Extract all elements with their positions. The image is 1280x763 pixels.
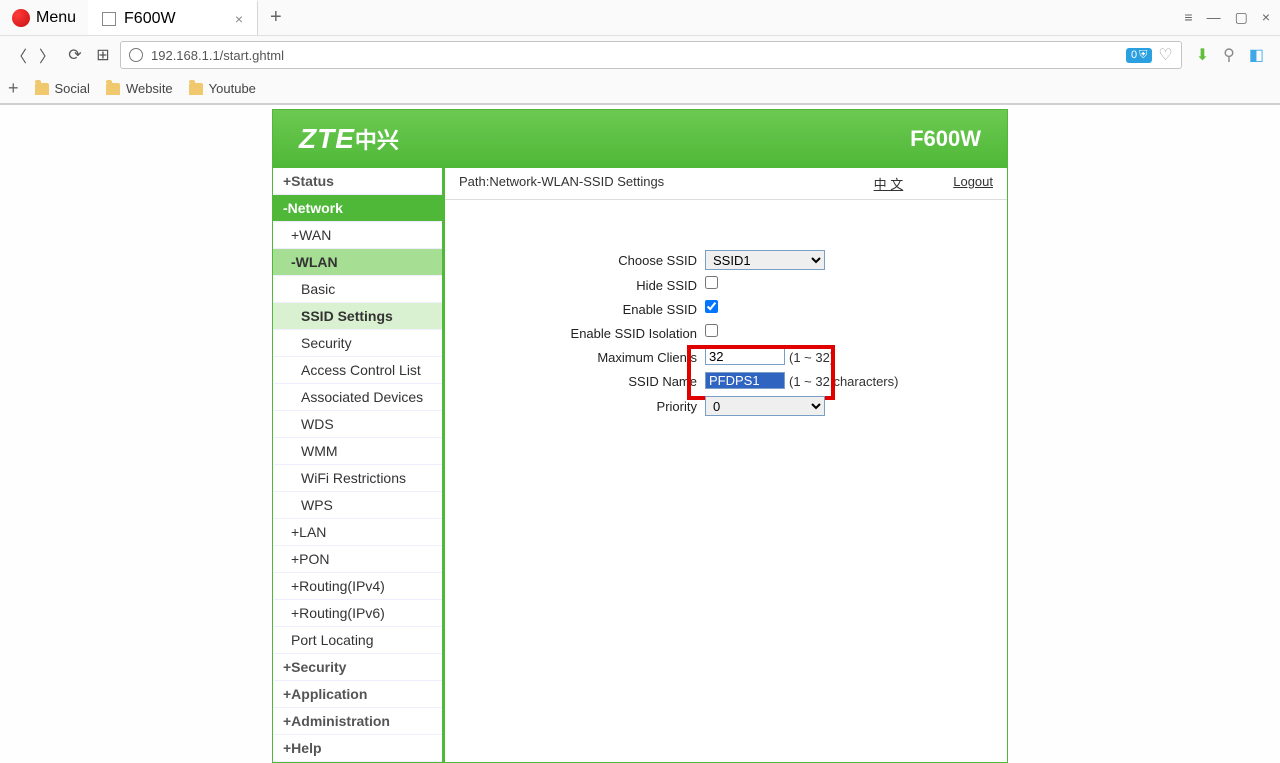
url-text: 192.168.1.1/start.ghtml xyxy=(151,48,1118,63)
bookmark-folder-social[interactable]: Social xyxy=(35,81,90,96)
globe-icon xyxy=(129,48,143,62)
sidebar-item-status[interactable]: +Status xyxy=(273,168,442,195)
hide-ssid-checkbox[interactable] xyxy=(705,276,718,289)
menu-lines-icon[interactable]: ≡ xyxy=(1184,9,1192,26)
reload-button[interactable]: ⟳ xyxy=(64,44,86,66)
folder-icon xyxy=(35,83,49,95)
close-window-icon[interactable]: × xyxy=(1262,9,1270,26)
sidebar-item-ssid-settings[interactable]: SSID Settings xyxy=(273,303,442,330)
logout-link[interactable]: Logout xyxy=(953,174,993,193)
window-controls: ≡ — ▢ × xyxy=(1184,9,1280,26)
sidebar-item-basic[interactable]: Basic xyxy=(273,276,442,303)
breadcrumb-bar: Path:Network-WLAN-SSID Settings 中 文 Logo… xyxy=(445,168,1007,200)
sidebar-item-assoc-devices[interactable]: Associated Devices xyxy=(273,384,442,411)
sidebar-item-wan[interactable]: +WAN xyxy=(273,222,442,249)
sidebar-item-pon[interactable]: +PON xyxy=(273,546,442,573)
bookmark-icon[interactable]: ⚲ xyxy=(1223,45,1235,65)
browser-chrome: Menu F600W × + ≡ — ▢ × 〈 〉 ⟳ ⊞ 192.168.1… xyxy=(0,0,1280,105)
ad-block-badge[interactable]: 0 ⛨ xyxy=(1126,48,1152,63)
language-link[interactable]: 中 文 xyxy=(874,174,904,193)
sidebar-item-routing-ipv4[interactable]: +Routing(IPv4) xyxy=(273,573,442,600)
url-bar[interactable]: 192.168.1.1/start.ghtml 0 ⛨ ♡ xyxy=(120,41,1182,69)
page-icon xyxy=(102,12,116,26)
sidebar-item-acl[interactable]: Access Control List xyxy=(273,357,442,384)
ssid-name-input[interactable] xyxy=(705,372,785,389)
sidebar-item-security-top[interactable]: +Security xyxy=(273,654,442,681)
form-area: Choose SSID SSID1 Hide SSID Enable SSID … xyxy=(445,200,1007,442)
isolation-label: Enable SSID Isolation xyxy=(465,326,705,341)
new-tab-button[interactable]: + xyxy=(258,6,294,29)
sidebar-item-administration[interactable]: +Administration xyxy=(273,708,442,735)
hide-ssid-label: Hide SSID xyxy=(465,278,705,293)
sidebar-item-routing-ipv6[interactable]: +Routing(IPv6) xyxy=(273,600,442,627)
sidebar-item-help[interactable]: +Help xyxy=(273,735,442,762)
sidebar-item-lan[interactable]: +LAN xyxy=(273,519,442,546)
priority-select[interactable]: 0 xyxy=(705,396,825,416)
max-clients-input[interactable] xyxy=(705,348,785,365)
forward-button[interactable]: 〉 xyxy=(36,44,58,66)
opera-icon xyxy=(12,9,30,27)
zte-logo: ZTE xyxy=(299,123,355,154)
nav-bar: 〈 〉 ⟳ ⊞ 192.168.1.1/start.ghtml 0 ⛨ ♡ ⬇ … xyxy=(0,36,1280,74)
sidebar-item-wmm[interactable]: WMM xyxy=(273,438,442,465)
folder-icon xyxy=(106,83,120,95)
max-clients-hint: (1 ~ 32) xyxy=(789,350,834,365)
enable-ssid-checkbox[interactable] xyxy=(705,300,718,313)
tab-bar: Menu F600W × + ≡ — ▢ × xyxy=(0,0,1280,36)
maximize-icon[interactable]: ▢ xyxy=(1235,9,1248,26)
download-icon[interactable]: ⬇ xyxy=(1196,45,1209,65)
menu-button[interactable]: Menu xyxy=(0,3,88,33)
bookmark-bar: + Social Website Youtube xyxy=(0,74,1280,104)
sidebar-item-wifi-restrict[interactable]: WiFi Restrictions xyxy=(273,465,442,492)
sidebar-item-wds[interactable]: WDS xyxy=(273,411,442,438)
page-header: ZTE中兴 F600W xyxy=(273,110,1007,168)
max-clients-label: Maximum Clients xyxy=(465,350,705,365)
minimize-icon[interactable]: — xyxy=(1207,9,1221,26)
sidebar-item-wlan[interactable]: -WLAN xyxy=(273,249,442,276)
sidebar-item-wps[interactable]: WPS xyxy=(273,492,442,519)
sidebar-item-network[interactable]: -Network xyxy=(273,195,442,222)
sidebar: +Status -Network +WAN -WLAN Basic SSID S… xyxy=(273,168,445,762)
menu-label: Menu xyxy=(36,9,76,27)
browser-tab[interactable]: F600W × xyxy=(88,0,258,35)
enable-ssid-label: Enable SSID xyxy=(465,302,705,317)
add-bookmark-button[interactable]: + xyxy=(8,78,19,99)
folder-icon xyxy=(189,83,203,95)
sidebar-item-security[interactable]: Security xyxy=(273,330,442,357)
zte-logo-cn: 中兴 xyxy=(355,128,399,153)
sidebar-item-application[interactable]: +Application xyxy=(273,681,442,708)
sidebar-item-port-locating[interactable]: Port Locating xyxy=(273,627,442,654)
tab-title: F600W xyxy=(124,10,176,28)
content-pane: Path:Network-WLAN-SSID Settings 中 文 Logo… xyxy=(445,168,1007,762)
ssid-name-hint: (1 ~ 32 characters) xyxy=(789,374,898,389)
speed-dial-icon[interactable]: ⊞ xyxy=(92,44,114,66)
choose-ssid-select[interactable]: SSID1 xyxy=(705,250,825,270)
bookmark-folder-youtube[interactable]: Youtube xyxy=(189,81,256,96)
heart-icon[interactable]: ♡ xyxy=(1158,45,1172,65)
ssid-name-label: SSID Name xyxy=(465,374,705,389)
close-tab-icon[interactable]: × xyxy=(235,11,243,27)
router-page: ZTE中兴 F600W +Status -Network +WAN -WLAN … xyxy=(272,109,1008,763)
product-name: F600W xyxy=(910,126,981,152)
choose-ssid-label: Choose SSID xyxy=(465,253,705,268)
priority-label: Priority xyxy=(465,399,705,414)
back-button[interactable]: 〈 xyxy=(8,44,30,66)
sidebar-toggle-icon[interactable]: ◧ xyxy=(1249,45,1264,65)
breadcrumb: Path:Network-WLAN-SSID Settings xyxy=(459,174,664,193)
bookmark-folder-website[interactable]: Website xyxy=(106,81,173,96)
isolation-checkbox[interactable] xyxy=(705,324,718,337)
